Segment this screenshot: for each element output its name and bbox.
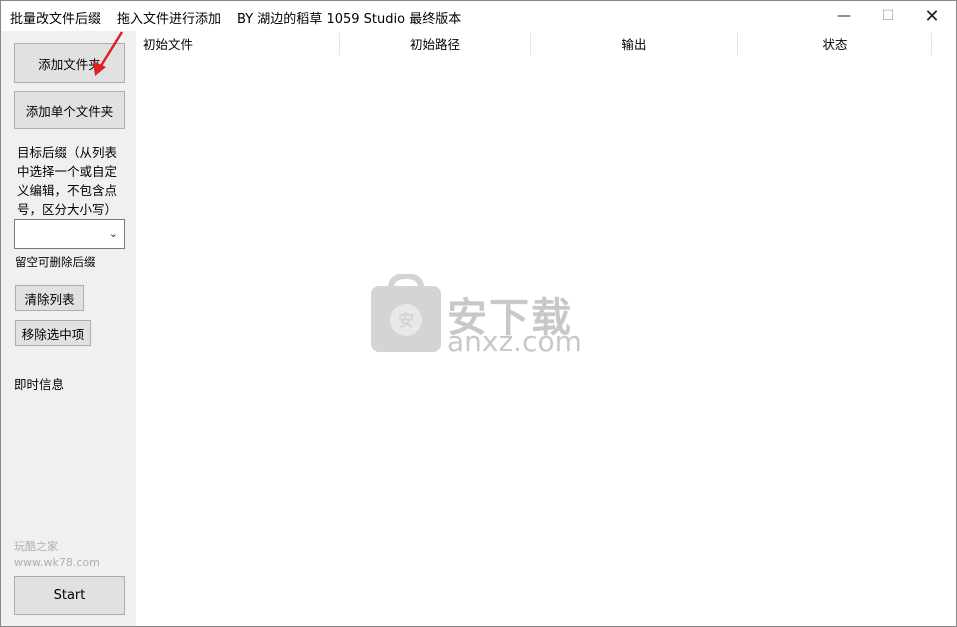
column-header-initial-file[interactable]: 初始文件	[143, 31, 339, 55]
logo-badge: 安	[398, 311, 414, 330]
suffix-combobox[interactable]: ⌄	[14, 219, 125, 249]
close-button[interactable]: ✕	[909, 1, 955, 31]
window-title: 批量改文件后缀 拖入文件进行添加 BY 湖边的稻草 1059 Studio 最终版本	[10, 8, 477, 27]
app-title: 批量改文件后缀	[10, 12, 102, 27]
target-suffix-label: 目标后缀（从列表中选择一个或自定义编辑，不包含点号，区分大小写）	[17, 145, 118, 217]
suffix-hint: 留空可删除后缀	[15, 255, 96, 269]
watermark-domain: anxz.com	[447, 325, 582, 358]
maximize-button[interactable]: ☐	[865, 1, 911, 31]
start-button[interactable]: Start	[14, 576, 125, 615]
chevron-down-icon[interactable]: ⌄	[109, 227, 118, 240]
red-arrow-icon	[93, 31, 124, 76]
watermark-line1: 玩酷之家	[14, 540, 58, 553]
minimize-button[interactable]: —	[821, 1, 867, 31]
column-header-initial-path[interactable]: 初始路径	[340, 31, 530, 55]
column-header-status[interactable]: 状态	[738, 31, 932, 55]
instant-info-label: 即时信息	[14, 377, 65, 392]
site-watermark: 玩酷之家 www.wk78.com	[14, 539, 100, 571]
column-separator[interactable]	[931, 33, 932, 55]
watermark-line2: www.wk78.com	[14, 556, 100, 569]
close-icon: ✕	[924, 5, 940, 27]
sidebar: 添加文件夹 添加单个文件夹 目标后缀（从列表中选择一个或自定义编辑，不包含点号，…	[1, 31, 136, 626]
column-header-output[interactable]: 输出	[531, 31, 737, 55]
app-window: 批量改文件后缀 拖入文件进行添加 BY 湖边的稻草 1059 Studio 最终版本…	[0, 0, 957, 627]
remove-selected-button[interactable]: 移除选中项	[15, 320, 91, 346]
clear-list-button[interactable]: 清除列表	[15, 285, 84, 311]
maximize-icon: ☐	[881, 8, 895, 24]
add-single-folder-button[interactable]: 添加单个文件夹	[14, 91, 125, 129]
drag-hint: 拖入文件进行添加	[117, 12, 222, 27]
anxz-logo-icon: 安	[371, 274, 441, 352]
title-bar[interactable]: 批量改文件后缀 拖入文件进行添加 BY 湖边的稻草 1059 Studio 最终版本…	[1, 1, 956, 31]
minimize-icon: —	[837, 8, 851, 24]
credit-text: BY 湖边的稻草 1059 Studio 最终版本	[237, 12, 462, 27]
